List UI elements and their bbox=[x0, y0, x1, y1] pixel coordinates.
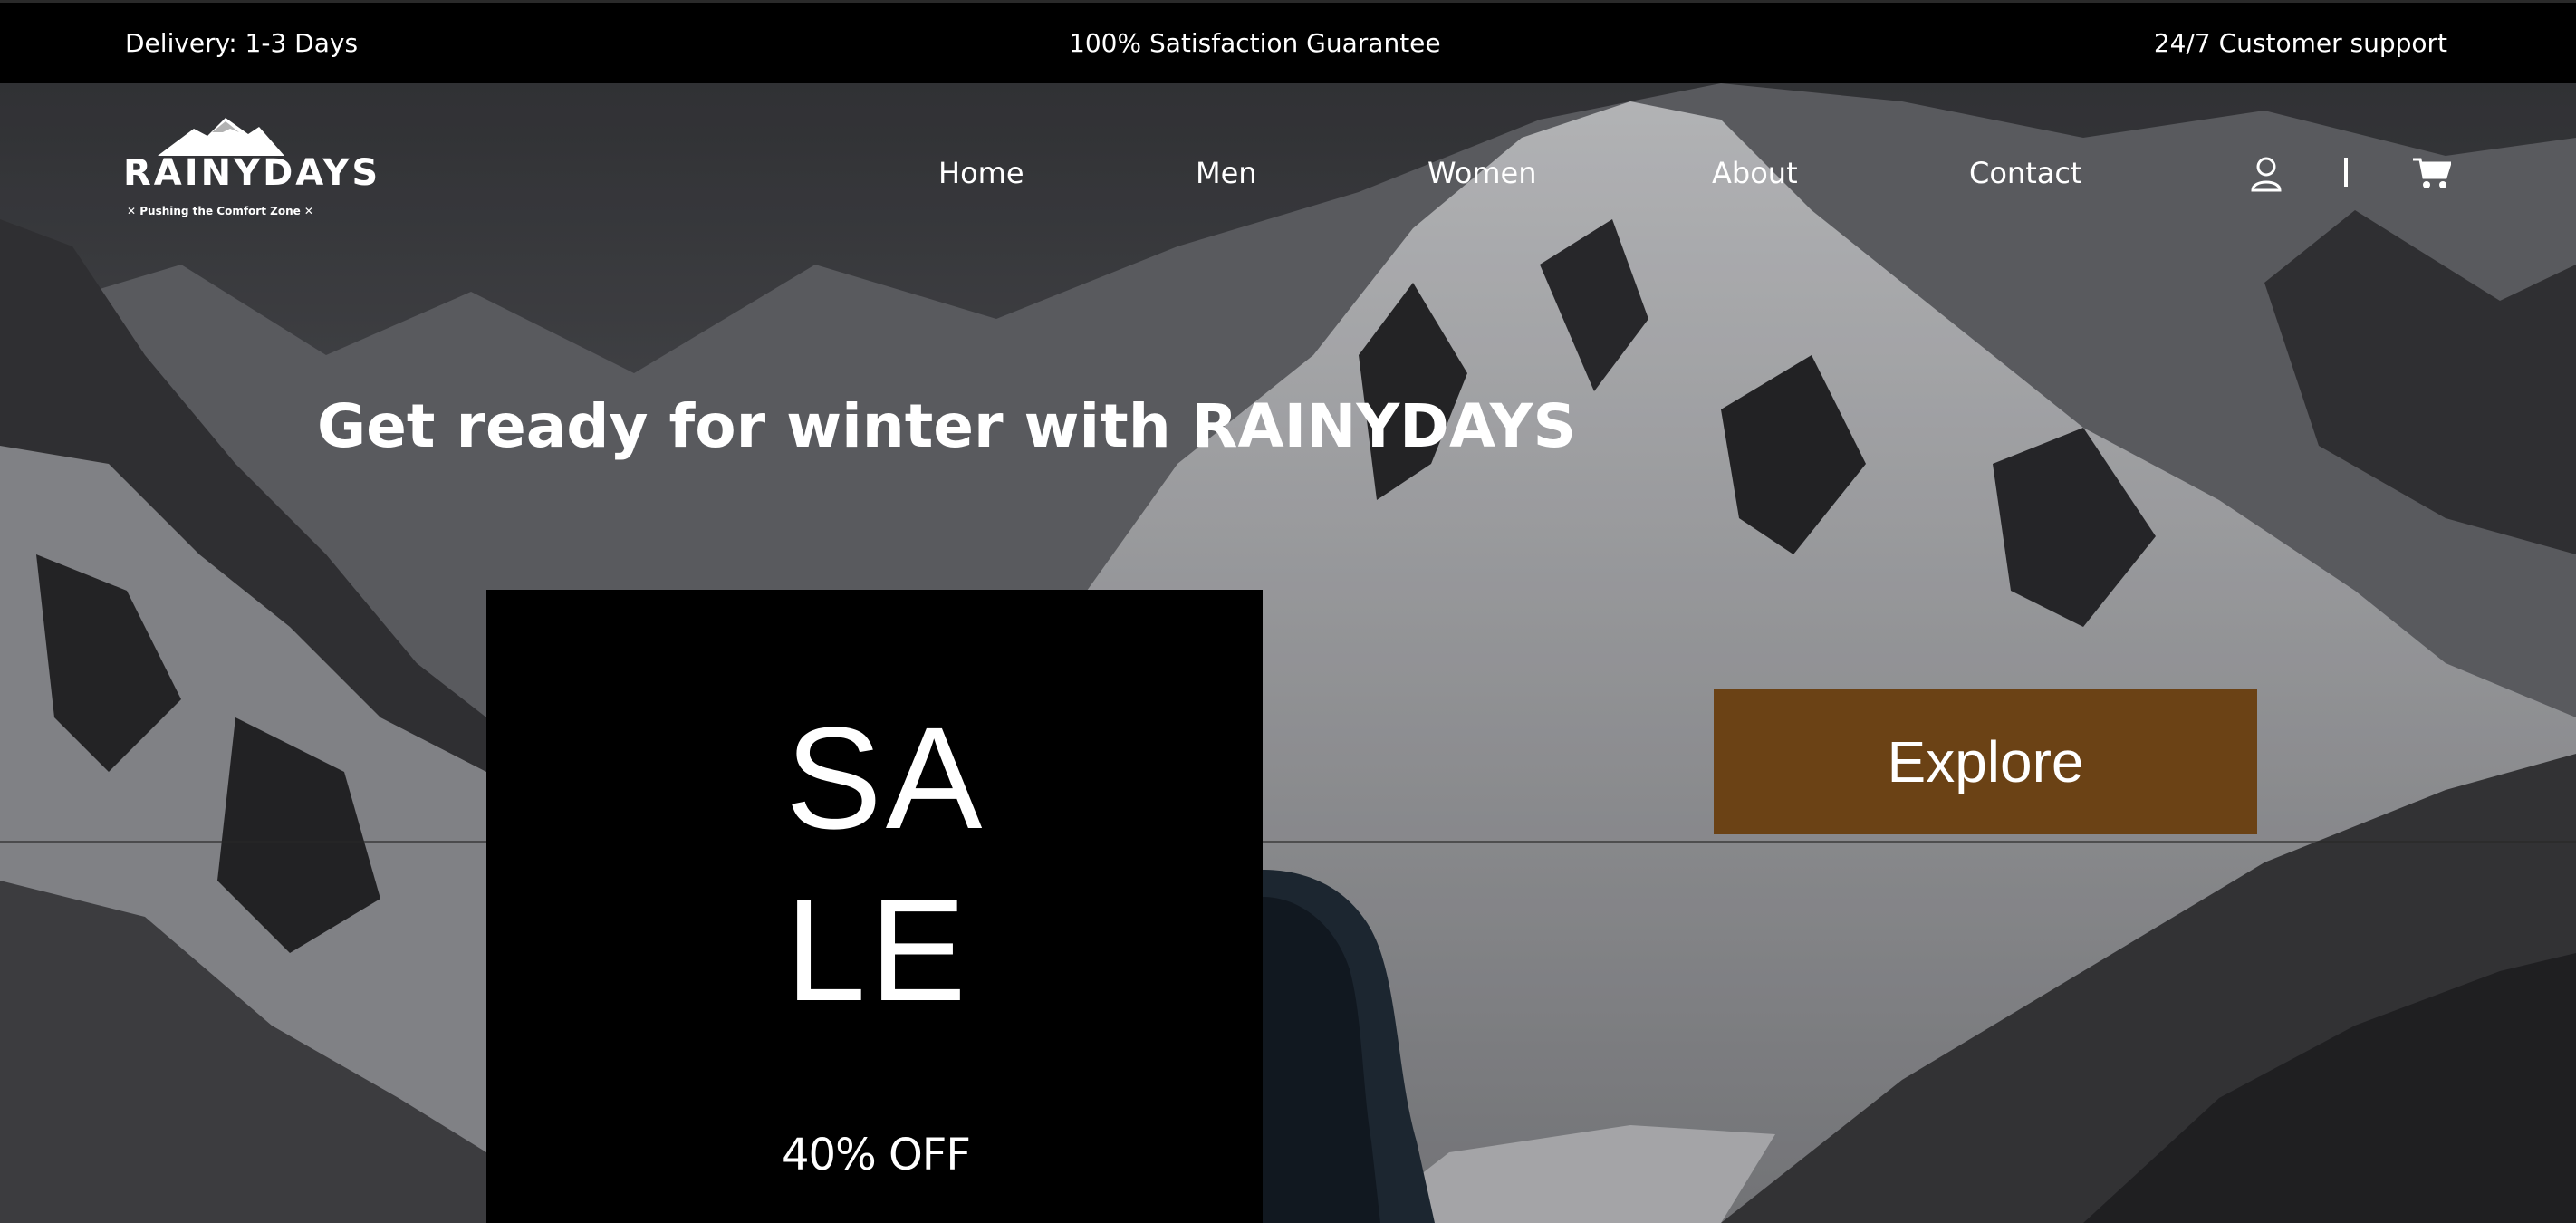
header-divider bbox=[2344, 158, 2348, 187]
delivery-info: Delivery: 1-3 Days bbox=[125, 28, 359, 58]
nav-link-home[interactable]: Home bbox=[938, 156, 1024, 190]
brand-name: RAINYDAYS bbox=[123, 152, 381, 194]
cart-icon[interactable] bbox=[2413, 156, 2451, 190]
guarantee-info: 100% Satisfaction Guarantee bbox=[1069, 28, 1441, 58]
nav-link-contact[interactable]: Contact bbox=[1969, 156, 2082, 190]
brand-tagline: ✕ Pushing the Comfort Zone ✕ bbox=[127, 205, 313, 217]
nav-link-about[interactable]: About bbox=[1712, 156, 1798, 190]
mountain-logo-icon bbox=[158, 118, 284, 156]
sale-banner: SA LE 40% OFF bbox=[486, 590, 1263, 1223]
support-info: 24/7 Customer support bbox=[2153, 28, 2447, 58]
nav-link-men[interactable]: Men bbox=[1196, 156, 1257, 190]
nav-link-women[interactable]: Women bbox=[1427, 156, 1536, 190]
discount-text: 40% OFF bbox=[782, 1130, 971, 1180]
top-info-bar: Delivery: 1-3 Days 100% Satisfaction Gua… bbox=[0, 0, 2576, 83]
sale-text-line-2: LE bbox=[785, 869, 970, 1031]
hero-headline: Get ready for winter with RAINYDAYS bbox=[317, 391, 1577, 461]
sale-text-line-1: SA bbox=[785, 697, 986, 859]
model-jacket-image bbox=[1263, 870, 1435, 1223]
rainydays-logo[interactable]: RAINYDAYS ✕ Pushing the Comfort Zone ✕ bbox=[123, 118, 381, 225]
user-icon[interactable] bbox=[2250, 156, 2283, 192]
explore-button[interactable]: Explore bbox=[1714, 689, 2257, 834]
hero-divider-line bbox=[0, 841, 2576, 843]
